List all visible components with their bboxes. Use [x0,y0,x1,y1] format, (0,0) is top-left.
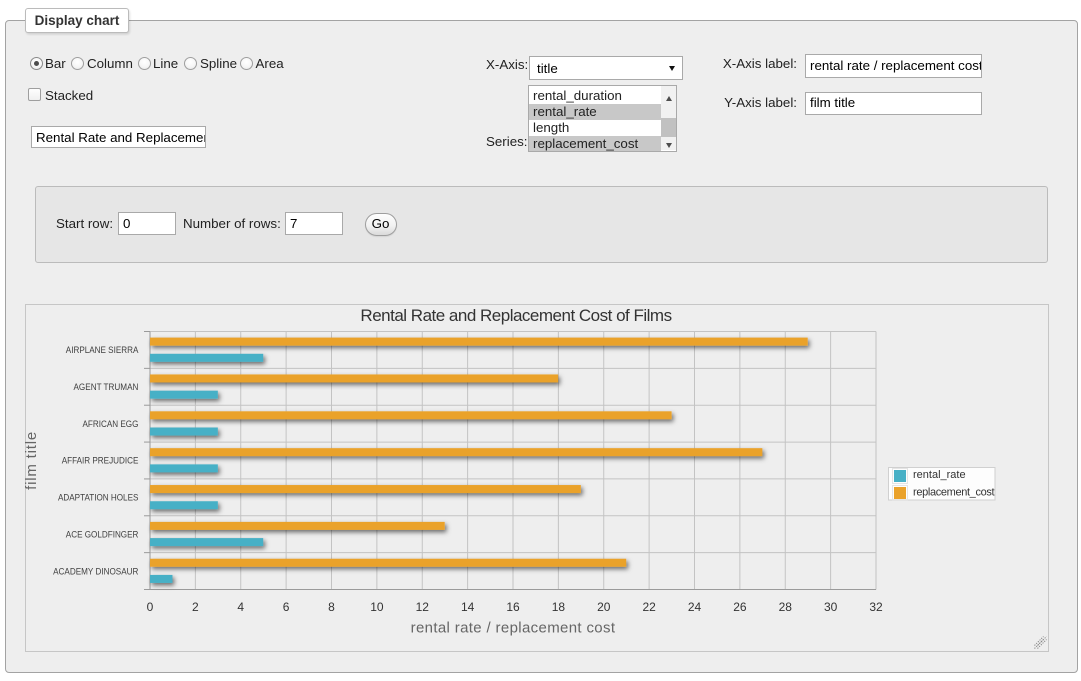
svg-text:28: 28 [779,600,793,614]
svg-text:12: 12 [416,600,430,614]
svg-text:16: 16 [506,600,520,614]
svg-text:20: 20 [597,600,611,614]
svg-text:rental_rate: rental_rate [913,469,966,481]
svg-text:ACE GOLDFINGER: ACE GOLDFINGER [66,529,139,539]
svg-text:22: 22 [642,600,656,614]
svg-text:30: 30 [824,600,838,614]
svg-text:8: 8 [328,600,335,614]
svg-text:ADAPTATION HOLES: ADAPTATION HOLES [58,493,138,503]
svg-text:film title: film title [23,431,40,490]
svg-text:24: 24 [688,600,702,614]
svg-text:rental rate / replacement cost: rental rate / replacement cost [411,620,616,637]
svg-text:6: 6 [283,600,290,614]
svg-text:AIRPLANE SIERRA: AIRPLANE SIERRA [66,345,139,355]
svg-text:32: 32 [869,600,883,614]
svg-text:ACADEMY DINOSAUR: ACADEMY DINOSAUR [53,566,139,576]
svg-text:26: 26 [733,600,747,614]
svg-text:10: 10 [370,600,384,614]
svg-text:14: 14 [461,600,475,614]
svg-text:4: 4 [237,600,244,614]
svg-text:AFRICAN EGG: AFRICAN EGG [83,419,139,429]
svg-text:18: 18 [552,600,566,614]
svg-text:AFFAIR PREJUDICE: AFFAIR PREJUDICE [62,456,139,466]
svg-text:Rental Rate and Replacement Co: Rental Rate and Replacement Cost of Film… [360,306,671,325]
svg-text:replacement_cost: replacement_cost [913,487,995,499]
svg-text:0: 0 [147,600,154,614]
svg-text:2: 2 [192,600,199,614]
svg-text:AGENT TRUMAN: AGENT TRUMAN [74,382,139,392]
